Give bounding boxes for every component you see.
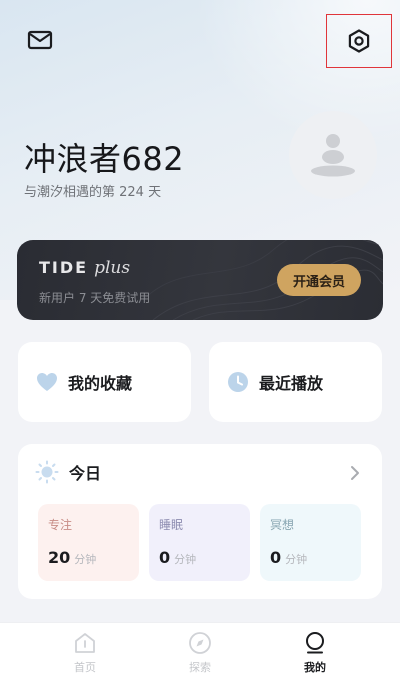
stat-value: 20 — [48, 548, 71, 567]
focus-stat-tile[interactable]: 专注 20 分钟 — [38, 504, 139, 581]
stat-value-row: 20 分钟 — [48, 548, 96, 567]
stat-unit: 分钟 — [174, 553, 197, 566]
open-membership-button[interactable]: 开通会员 — [277, 264, 361, 296]
avatar[interactable] — [289, 111, 377, 199]
stat-label: 冥想 — [270, 518, 295, 532]
recent-label: 最近播放 — [259, 374, 324, 393]
favorites-label: 我的收藏 — [68, 374, 133, 393]
mail-icon — [27, 30, 53, 50]
today-header[interactable]: 今日 — [35, 460, 101, 484]
settings-button[interactable] — [326, 14, 392, 68]
my-favorites-card[interactable]: 我的收藏 — [18, 342, 191, 422]
bottom-tab-bar: 首页 探索 我的 — [0, 622, 400, 684]
tab-label: 探索 — [189, 661, 211, 674]
tab-label: 首页 — [74, 661, 96, 674]
vip-subtitle: 新用户 7 天免费试用 — [39, 291, 151, 305]
today-card: 今日 专注 20 分钟 睡眠 0 分钟 冥想 0 分钟 — [18, 444, 382, 599]
tide-plus-logo: TIDE plus — [39, 258, 130, 278]
profile-icon — [306, 632, 324, 654]
stat-label: 睡眠 — [159, 518, 184, 532]
logo-main-text: TIDE — [39, 258, 89, 277]
stat-value-row: 0 分钟 — [270, 548, 307, 567]
stat-label: 专注 — [48, 518, 73, 532]
tab-home[interactable]: 首页 — [50, 631, 120, 681]
home-icon — [75, 633, 95, 653]
stat-unit: 分钟 — [285, 553, 308, 566]
stat-value: 0 — [159, 548, 171, 567]
username: 冲浪者682 — [24, 140, 185, 178]
mail-button[interactable] — [20, 22, 60, 58]
stat-value-row: 0 分钟 — [159, 548, 196, 567]
heart-icon — [37, 373, 57, 391]
tab-explore[interactable]: 探索 — [165, 631, 235, 681]
clock-icon — [228, 372, 248, 392]
sleep-stat-tile[interactable]: 睡眠 0 分钟 — [149, 504, 250, 581]
today-title: 今日 — [69, 464, 102, 483]
sun-icon — [35, 460, 59, 484]
chevron-right-icon[interactable] — [350, 465, 360, 481]
stat-unit: 分钟 — [74, 553, 97, 566]
meditation-stat-tile[interactable]: 冥想 0 分钟 — [260, 504, 361, 581]
settings-icon — [348, 29, 370, 53]
stat-value: 0 — [270, 548, 282, 567]
compass-icon — [189, 632, 211, 654]
zen-stones-icon — [311, 134, 355, 177]
recently-played-card[interactable]: 最近播放 — [209, 342, 382, 422]
tab-mine[interactable]: 我的 — [280, 631, 350, 681]
days-together-text: 与潮汐相遇的第 224 天 — [24, 185, 162, 200]
logo-plus-text: plus — [94, 258, 131, 278]
tab-label: 我的 — [304, 661, 326, 674]
